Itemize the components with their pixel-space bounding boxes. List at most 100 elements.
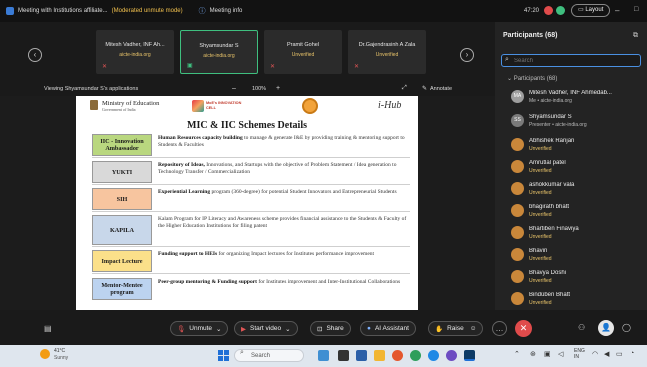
participant-item[interactable]: ashokkumar vala Unverified [495, 178, 647, 199]
participant-name: Mitesh Vadher, INF Ahmedab... [529, 90, 612, 96]
location-icon[interactable]: ◁ [558, 350, 563, 358]
video-app-icon[interactable] [356, 350, 367, 361]
scheme-desc-text: for organizing Impact lectures for Insti… [217, 251, 375, 257]
participant-search-input[interactable] [501, 54, 641, 67]
participant-item[interactable]: Bhavya Doshi Unverified [495, 266, 647, 287]
chevron-down-icon: ⌄ [285, 325, 291, 333]
tray-app-icon[interactable]: ⊛ [530, 350, 536, 358]
browser-icon[interactable] [446, 350, 457, 361]
chevron-up-icon[interactable]: ⌃ [514, 350, 520, 358]
video-tile[interactable]: Dr.Gajendrasinh A Zala Unverified ✕ [348, 30, 426, 74]
file-explorer-icon[interactable] [374, 350, 385, 361]
avatar: SS [511, 114, 524, 127]
volume-icon[interactable]: ◀ [604, 350, 609, 358]
more-icon: … [495, 324, 504, 333]
tiles-next-button[interactable]: › [460, 48, 474, 62]
participant-item[interactable]: SS Shyamsundar S Presenter • aicte-india.o… [495, 110, 647, 131]
participant-item[interactable]: Abhishek Ranjan Unverified [495, 134, 647, 155]
unmute-button[interactable]: 🎙 Unmute ⌄ [170, 321, 229, 336]
scheme-label: Mentor-Mentee program [92, 278, 152, 300]
security-icon[interactable] [556, 6, 565, 15]
chevron-left-icon: ‹ [33, 50, 37, 59]
tile-org: aicte-india.org [119, 52, 151, 58]
raise-hand-button[interactable]: ✋ Raise ☺ [428, 321, 484, 336]
participant-name: Bhavin [529, 248, 548, 254]
scheme-label: YUKTI [92, 161, 152, 183]
maximize-icon[interactable]: □ [634, 6, 638, 13]
record-icon[interactable] [544, 6, 553, 15]
participant-name: Shyamsundar S [529, 114, 572, 120]
tile-name: Pramit Gohel [286, 42, 320, 48]
start-video-label: Start video [250, 325, 282, 332]
people-icon: 👤 [601, 323, 611, 332]
wifi-icon[interactable]: ◠ [592, 350, 598, 358]
participant-item[interactable]: bhagirath bhatt Unverified [495, 200, 647, 221]
notification-icon[interactable]: ◔ [630, 350, 634, 357]
video-tile-active[interactable]: Shyamsundar S aicte-india.org ▣ [180, 30, 258, 74]
ai-assistant-button[interactable]: ● AI Assistant [360, 321, 416, 336]
taskbar-search-label: Search [251, 353, 271, 359]
weather-icon[interactable] [40, 349, 50, 359]
battery-icon[interactable]: ▭ [616, 350, 623, 358]
search-icon: ⌕ [505, 56, 509, 63]
zoom-in-icon[interactable]: + [276, 85, 280, 92]
more-options-button[interactable]: … [492, 321, 507, 336]
scheme-row: KAPILA Kalam Program for IP Literacy and… [92, 213, 410, 247]
language-indicator[interactable]: ENG IN [574, 348, 585, 360]
participant-item[interactable]: Bhartiben Finaviya Unverified [495, 222, 647, 243]
participant-name: Abhishek Ranjan [529, 138, 575, 144]
taskbar-search[interactable]: Search [234, 349, 304, 362]
meeting-info-link[interactable]: Meeting info [210, 8, 243, 14]
popout-icon[interactable]: ⧉ [633, 32, 638, 40]
participant-name: ashokkumar vala [529, 182, 575, 188]
edge-icon[interactable] [428, 350, 439, 361]
tiles-prev-button[interactable]: ‹ [28, 48, 42, 62]
tile-org: aicte-india.org [203, 53, 235, 59]
apps-icon[interactable]: ⚇ [578, 323, 585, 332]
chevron-down-icon: ⌄ [216, 325, 222, 333]
participant-item[interactable]: Bhavin Unverified [495, 244, 647, 265]
share-button[interactable]: ⊡ Share [310, 321, 351, 336]
participant-status: Presenter • aicte-india.org [529, 122, 587, 128]
zoom-out-icon[interactable]: – [232, 85, 236, 92]
tile-name: Dr.Gajendrasinh A Zala [358, 42, 416, 48]
video-off-icon: ▶ [241, 325, 246, 333]
participants-group-header[interactable]: ⌄ Participants (68) [507, 75, 557, 82]
info-icon[interactable]: ⓘ [199, 6, 206, 16]
start-button[interactable] [218, 350, 229, 361]
weather-temp: 41°C [54, 348, 66, 354]
scheme-desc-bold: Human Resources capacity building [158, 135, 243, 141]
layout-button[interactable]: ▭ Layout [571, 4, 611, 17]
muted-mic-icon: ✕ [354, 64, 360, 70]
participant-item[interactable]: Bindúben Bhatt Unverified [495, 288, 647, 309]
title-bar: Meeting with Institutions affiliate... (… [0, 0, 647, 22]
task-view-icon[interactable] [338, 350, 349, 361]
annotate-button[interactable]: Annotate [430, 86, 452, 92]
participant-status: Unverified [529, 190, 552, 196]
widgets-icon[interactable] [318, 350, 329, 361]
video-tile[interactable]: Mitesh Vadher, INF Ah... aicte-india.org… [96, 30, 174, 74]
video-tile[interactable]: Pramit Gohel Unverified ✕ [264, 30, 342, 74]
participants-panel: Participants (68) ⧉ ⌕ ⌄ Participants (68… [495, 22, 647, 322]
office-icon[interactable] [392, 350, 403, 361]
participant-item[interactable]: Amrutlal patel Unverified [495, 156, 647, 177]
captions-icon[interactable]: ▤ [44, 324, 52, 333]
minimize-icon[interactable]: – [615, 6, 619, 15]
participant-item[interactable]: MA Mitesh Vadher, INF Ahmedab... Me • aict… [495, 86, 647, 107]
chrome-icon[interactable] [410, 350, 421, 361]
participant-status: Unverified [529, 146, 552, 152]
share-label: Share [326, 325, 344, 332]
participants-toggle-button[interactable]: 👤 [598, 320, 614, 336]
chat-icon[interactable]: ◯ [622, 323, 631, 332]
fit-icon[interactable]: ⤢ [402, 85, 407, 92]
scheme-row: IIC - Innovation Ambassador Human Resour… [92, 132, 410, 158]
scheme-label: Impact Lecture [92, 250, 152, 272]
participant-status: Unverified [529, 234, 552, 240]
start-video-button[interactable]: ▶ Start video ⌄ [234, 321, 298, 336]
annotate-icon[interactable]: ✎ [422, 85, 427, 92]
tray-app-icon-2[interactable]: ▣ [544, 350, 551, 358]
webex-taskbar-icon[interactable] [464, 350, 475, 361]
windows-logo-tile [224, 356, 229, 361]
meeting-controls: ▤ 🎙 Unmute ⌄ ▶ Start video ⌄ ⊡ Share ● AI Assi… [0, 310, 647, 345]
leave-meeting-button[interactable]: ✕ [515, 320, 532, 337]
